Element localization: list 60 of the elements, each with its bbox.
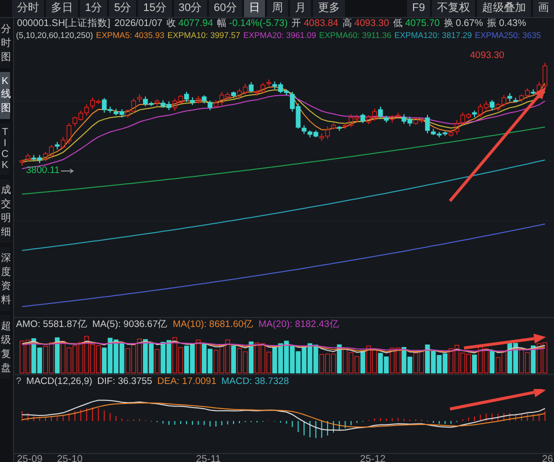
date-label: 25-11 <box>196 454 221 462</box>
indicator-value: EXPMA60: 3911.36 <box>319 30 392 41</box>
quote-value: 0.43% <box>498 18 526 30</box>
quote-label: 高 <box>342 18 352 30</box>
period-tab[interactable]: 30分 <box>174 0 207 17</box>
quote-value: 4083.84 <box>304 18 338 30</box>
indicator-value: EXPMA20: 3961.09 <box>243 30 316 41</box>
toolbar-button[interactable]: 不复权 <box>432 0 475 17</box>
period-tab[interactable]: 月 <box>290 0 311 17</box>
price-label: 4093.30 <box>470 50 504 61</box>
indicator-value: DEA: 17.0091 <box>157 375 216 389</box>
indicator-params: (5,10,20,60,120,250) <box>16 30 94 41</box>
indicator-value: AMO: 5581.87亿 <box>16 318 88 332</box>
indicator-value: DIF: 36.3755 <box>97 375 152 389</box>
quote-value: 0.67% <box>456 18 483 30</box>
period-tab[interactable]: 多日 <box>46 0 78 17</box>
indicator-value: MA(10): 8681.60亿 <box>172 318 254 332</box>
period-tab[interactable]: 更多 <box>313 0 345 17</box>
side-tab[interactable]: TICK <box>0 123 10 175</box>
period-tab[interactable]: 60分 <box>208 0 242 17</box>
date-label: 25-10 <box>57 454 83 462</box>
side-tab[interactable]: K线图 <box>0 72 10 119</box>
indicator-value: MA(5): 9036.67亿 <box>92 318 168 332</box>
toolbar-button[interactable]: 超级叠加 <box>477 0 531 17</box>
indicator-value: MACD: 38.7328 <box>221 375 289 389</box>
quote-label: 低 <box>393 18 404 30</box>
side-tab[interactable]: 成交明细 <box>0 179 10 243</box>
side-tab[interactable]: 分时图 <box>0 18 10 68</box>
price-label: 3800.11 <box>26 165 60 176</box>
indicator-value: EXPMA120: 3817.29 <box>394 30 472 41</box>
period-tab[interactable]: 周 <box>267 0 288 17</box>
date-label: 25-12 <box>360 454 386 462</box>
quote-date: 2026/01/07 <box>114 18 162 30</box>
period-tab[interactable]: 日 <box>244 0 265 17</box>
indicator-value: EXPMA10: 3997.57 <box>167 30 240 41</box>
quote-value: 4093.30 <box>354 18 390 30</box>
date-label: 25-09 <box>17 454 43 462</box>
help-icon[interactable]: ? <box>16 375 22 389</box>
quote-label: 收 <box>166 18 176 30</box>
quote-value: 4075.70 <box>405 18 440 30</box>
quote-label: 换 <box>444 18 454 30</box>
side-tab[interactable]: 深度资料 <box>0 247 10 311</box>
quote-label: 开 <box>292 18 302 30</box>
period-tab[interactable]: 15分 <box>138 0 172 17</box>
period-tab[interactable]: 5分 <box>109 0 136 17</box>
quote-value: -0.14%(-5.73) <box>229 18 288 30</box>
indicator-value: MACD(12,26,9) <box>26 375 92 389</box>
stock-symbol: 000001.SH[上证指数] <box>17 18 110 30</box>
quote-value: 4077.94 <box>178 18 214 30</box>
period-tab[interactable]: 分时 <box>12 0 44 17</box>
quote-label: 幅 <box>217 18 228 30</box>
indicator-value: EXPMA250: 3635 <box>474 30 541 41</box>
period-tab[interactable]: 1分 <box>80 0 108 17</box>
toolbar-button[interactable]: 画 <box>533 0 554 17</box>
side-tab[interactable]: 超级复盘 <box>0 315 10 379</box>
indicator-value: EXPMA5: 4035.93 <box>96 30 164 41</box>
date-label: 26 <box>542 454 554 462</box>
indicator-value: MA(20): 8182.43亿 <box>258 318 340 332</box>
quote-label: 振 <box>486 18 497 30</box>
toolbar-button[interactable]: F9 <box>407 0 430 17</box>
